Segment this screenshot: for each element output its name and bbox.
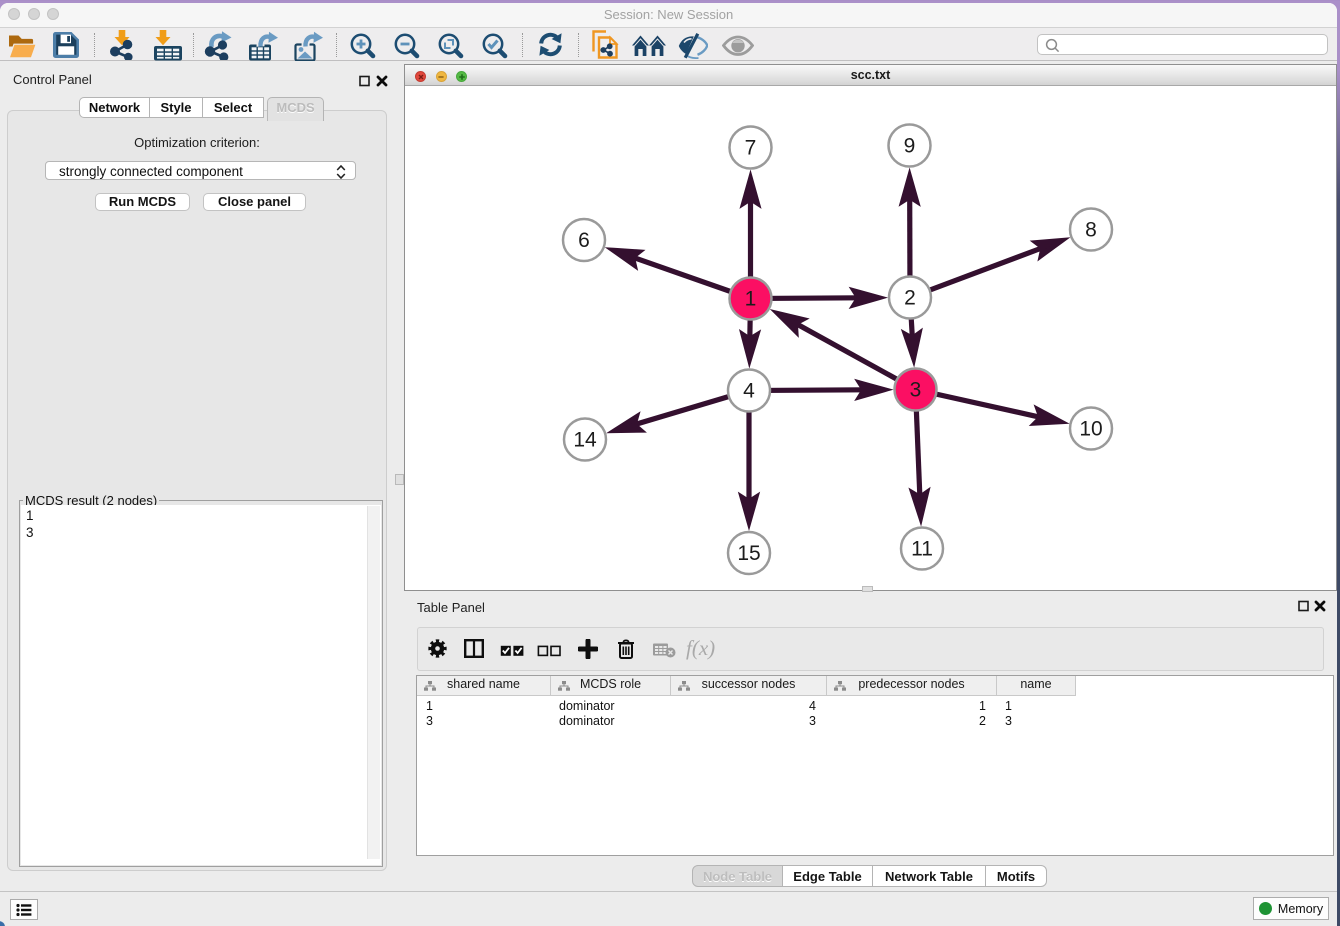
svg-text:2: 2 [904, 287, 916, 310]
svg-text:7: 7 [745, 137, 757, 160]
svg-text:9: 9 [904, 135, 916, 158]
svg-text:1: 1 [745, 288, 757, 311]
svg-text:10: 10 [1079, 418, 1102, 441]
svg-text:15: 15 [737, 542, 760, 565]
svg-text:6: 6 [578, 229, 590, 252]
svg-text:4: 4 [743, 380, 755, 403]
svg-text:11: 11 [911, 538, 933, 561]
svg-text:14: 14 [573, 429, 597, 452]
svg-text:3: 3 [910, 379, 922, 402]
svg-text:8: 8 [1085, 219, 1097, 242]
